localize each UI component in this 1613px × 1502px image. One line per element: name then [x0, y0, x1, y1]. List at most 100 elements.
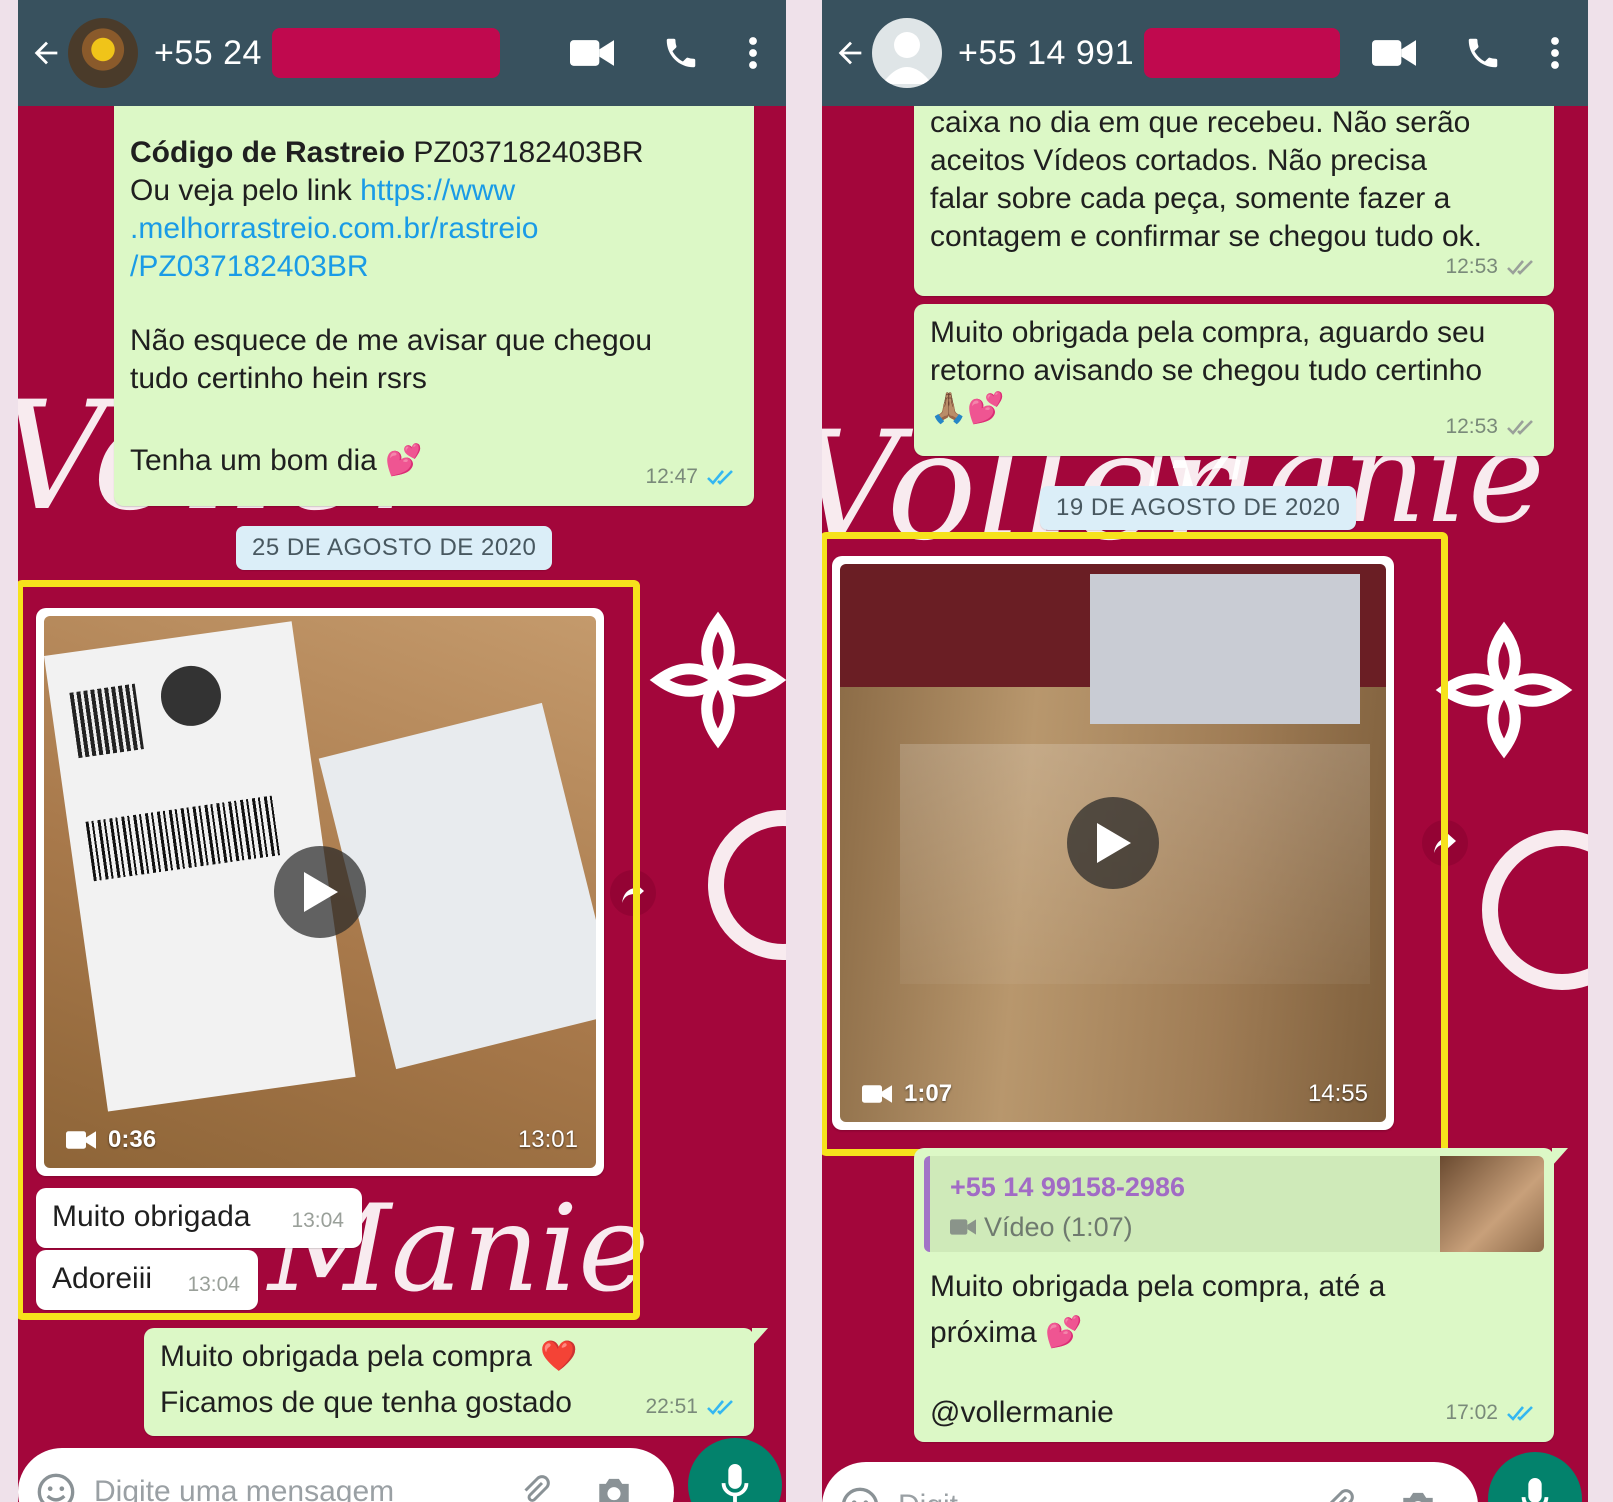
- message-text: Muito obrigada pela compra, aguardo seu: [930, 316, 1486, 349]
- contact-phone-number[interactable]: +55 24: [154, 34, 262, 73]
- video-camera-icon: [950, 1219, 976, 1235]
- message-text: Ficamos de que tenha gostado: [160, 1386, 572, 1419]
- incoming-video-message[interactable]: 0:36 13:01: [36, 608, 604, 1176]
- wallpaper-flower-ornament: [1435, 621, 1573, 759]
- video-thumbnail[interactable]: 0:36 13:01: [44, 616, 596, 1168]
- message-text: Tenha um bom dia: [130, 444, 377, 477]
- mic-button[interactable]: [688, 1438, 782, 1502]
- tracking-link[interactable]: https://www: [360, 174, 515, 207]
- camera-icon[interactable]: [1398, 1488, 1438, 1502]
- message-time: 12:53: [1445, 255, 1498, 278]
- message-text: Não esquece de me avisar que chegou: [130, 324, 653, 357]
- quoted-sender: +55 14 99158-2986: [950, 1172, 1185, 1202]
- message-text: próxima: [930, 1316, 1037, 1349]
- video-time: 14:55: [1307, 1080, 1368, 1107]
- tracking-label: Código de Rastreio: [130, 136, 406, 169]
- instructions-message-bubble[interactable]: caixa no dia em que recebeu. Não serão a…: [914, 96, 1554, 296]
- message-text: retorno avisando se chegou tudo certinho: [930, 354, 1483, 387]
- video-camera-icon: [66, 1131, 96, 1149]
- tracking-link[interactable]: .melhorrastreio.com.br/rastreio: [130, 210, 652, 248]
- message-text: Muito obrigada pela compra, até a: [930, 1270, 1386, 1303]
- microphone-icon: [721, 1464, 749, 1502]
- default-avatar-icon: [882, 32, 932, 84]
- message-time: 17:02: [1445, 1401, 1498, 1424]
- hearts-emoji: 💕: [385, 444, 423, 477]
- message-time: 12:53: [1445, 415, 1498, 438]
- right-chat-screen: Voller Manie +55 14 991 caixa no dia em …: [822, 0, 1588, 1502]
- message-time: 13:04: [291, 1209, 344, 1232]
- video-call-icon[interactable]: [570, 38, 614, 68]
- more-options-icon[interactable]: [1550, 35, 1560, 71]
- voice-call-icon[interactable]: [1464, 34, 1502, 72]
- tracking-code: PZ037182403BR: [413, 136, 644, 169]
- wallpaper-ring: [1482, 830, 1588, 990]
- attach-icon[interactable]: [518, 1474, 554, 1502]
- message-text: Muito obrigada pela compra: [160, 1340, 532, 1373]
- outgoing-message-bubble[interactable]: Muito obrigada pela compra ❤️ Ficamos de…: [144, 1328, 768, 1436]
- attach-icon[interactable]: [1322, 1488, 1358, 1502]
- emoji-icon[interactable]: [36, 1472, 76, 1502]
- incoming-message-bubble[interactable]: Muito obrigada 13:04: [36, 1188, 362, 1248]
- tracking-message-bubble[interactable]: Código de Rastreio PZ037182403BR Ou veja…: [114, 92, 754, 506]
- delivered-ticks-icon: [1507, 420, 1533, 435]
- redacted-number-block: [271, 28, 500, 78]
- wallpaper-ring: [708, 810, 786, 960]
- incoming-message-bubble[interactable]: Adoreiii 13:04: [36, 1250, 258, 1310]
- microphone-icon: [1521, 1478, 1549, 1502]
- video-duration: 0:36: [108, 1126, 157, 1153]
- mic-button[interactable]: [1488, 1452, 1582, 1502]
- message-time: 13:04: [187, 1273, 240, 1296]
- message-input-bar[interactable]: Digit: [822, 1462, 1478, 1502]
- play-button[interactable]: [1067, 797, 1159, 889]
- quoted-video-message[interactable]: +55 14 99158-2986 Vídeo (1:07): [924, 1156, 1544, 1252]
- clothing-packet-image: [1090, 574, 1360, 724]
- forward-icon[interactable]: [1422, 820, 1468, 866]
- message-text: contagem e confirmar se chegou tudo ok.: [930, 220, 1482, 253]
- chat-header: +55 14 991: [822, 0, 1588, 106]
- delivered-ticks-icon: [1507, 260, 1533, 275]
- read-ticks-icon: [1507, 1406, 1533, 1421]
- message-text: aceitos Vídeos cortados. Não precisa: [930, 144, 1427, 177]
- thanks-message-bubble[interactable]: Muito obrigada pela compra, aguardo seu …: [914, 304, 1554, 456]
- back-arrow-icon[interactable]: [828, 36, 872, 70]
- more-options-icon[interactable]: [748, 35, 758, 71]
- date-divider: 25 DE AGOSTO DE 2020: [236, 526, 553, 570]
- chat-header: +55 24: [18, 0, 786, 106]
- video-camera-icon: [862, 1085, 892, 1103]
- contact-avatar[interactable]: [68, 18, 138, 88]
- forward-icon[interactable]: [610, 870, 656, 916]
- video-call-icon[interactable]: [1372, 38, 1416, 68]
- message-input-bar[interactable]: Digite uma mensagem: [18, 1448, 674, 1502]
- instagram-handle: @vollermanie: [930, 1396, 1114, 1429]
- hearts-emoji: 💕: [1045, 1316, 1083, 1349]
- left-chat-screen: Voller Manie +55 24 Código de Rastreio P…: [18, 0, 786, 1502]
- date-divider: 19 DE AGOSTO DE 2020: [1040, 486, 1357, 530]
- contact-phone-number[interactable]: +55 14 991: [958, 34, 1134, 73]
- contact-avatar[interactable]: [872, 18, 942, 88]
- outgoing-reply-bubble[interactable]: +55 14 99158-2986 Vídeo (1:07) Muito obr…: [914, 1148, 1568, 1442]
- message-text: Muito obrigada: [52, 1200, 251, 1233]
- message-time: 12:47: [645, 465, 698, 488]
- message-input[interactable]: Digit: [898, 1489, 958, 1502]
- message-text: tudo certinho hein rsrs: [130, 362, 427, 395]
- tracking-link[interactable]: /PZ037182403BR: [130, 248, 652, 286]
- back-arrow-icon[interactable]: [24, 36, 68, 70]
- quoted-thumbnail: [1440, 1156, 1544, 1252]
- video-duration: 1:07: [904, 1080, 953, 1107]
- video-thumbnail[interactable]: 1:07 14:55: [840, 564, 1386, 1122]
- quoted-type: Vídeo (1:07): [984, 1212, 1133, 1242]
- read-ticks-icon: [707, 470, 733, 485]
- red-heart-emoji: ❤️: [540, 1340, 578, 1373]
- message-input[interactable]: Digite uma mensagem: [94, 1475, 394, 1502]
- incoming-video-message[interactable]: 1:07 14:55: [832, 556, 1394, 1130]
- emoji-icon[interactable]: [840, 1486, 880, 1502]
- message-text: falar sobre cada peça, somente fazer a: [930, 182, 1451, 215]
- message-text: caixa no dia em que recebeu. Não serão: [930, 106, 1471, 139]
- message-time: 22:51: [645, 1395, 698, 1418]
- pray-hearts-emoji: 🙏🏽💕: [930, 392, 1005, 425]
- camera-icon[interactable]: [594, 1474, 634, 1502]
- voice-call-icon[interactable]: [662, 34, 700, 72]
- redacted-number-block: [1144, 28, 1341, 78]
- read-ticks-icon: [707, 1400, 733, 1415]
- play-button[interactable]: [274, 846, 366, 938]
